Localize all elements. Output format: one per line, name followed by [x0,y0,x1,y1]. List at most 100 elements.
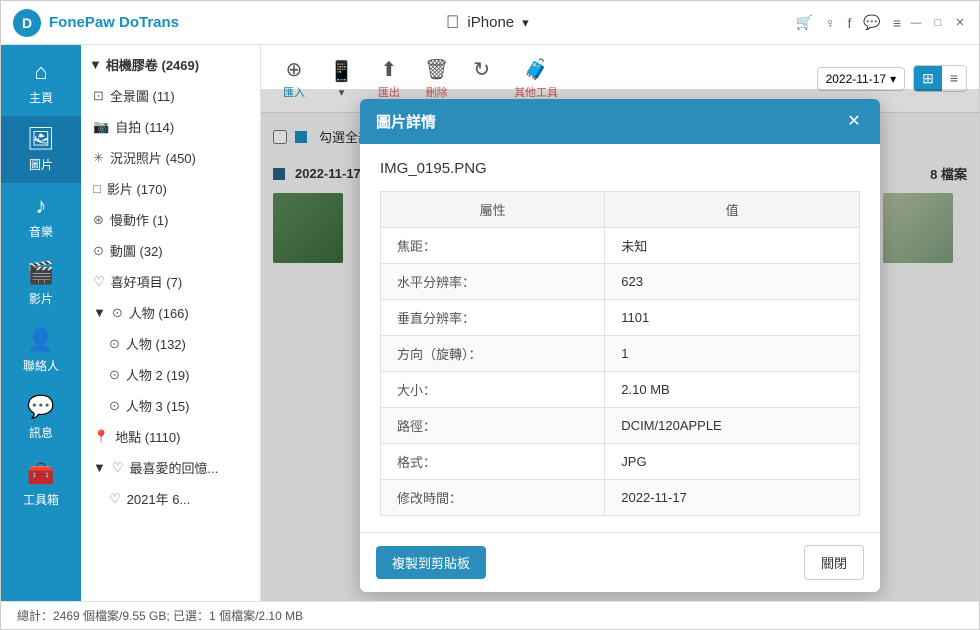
contacts-icon: 👤 [27,327,54,353]
panorama-icon: ⊡ [93,88,104,104]
device-dropdown-icon[interactable]: ▾ [522,15,529,31]
gif-icon: ⊙ [93,243,104,259]
table-row: 大小：2.10 MB [381,371,860,407]
device-selector[interactable]:  iPhone ▾ [179,12,796,33]
videos-icon: 🎬 [27,260,54,286]
col-attr: 屬性 [381,191,605,227]
sidebar: ⌂ 主頁 🖼 圖片 ♪ 音樂 🎬 影片 👤 聯絡人 💬 訊息 [1,45,81,601]
memories-icon: ♡ [112,460,124,476]
category-places-label: 地點 (1110) [115,427,180,446]
sidebar-item-contacts[interactable]: 👤 聯絡人 [1,317,81,384]
category-live-label: 況況照片 (450) [110,148,196,167]
value-cell: 2022-11-17 [605,479,860,515]
sidebar-label-videos: 影片 [29,290,53,307]
category-slowmo-label: 慢動作 (1) [110,210,169,229]
modal-close-button[interactable]: ✕ [844,111,864,131]
slowmo-icon: ⊛ [93,212,104,228]
category-gif[interactable]: ⊙ 動圖 (32) [81,235,260,266]
category-people-label: 人物 (166) [129,303,189,322]
table-row: 修改時間：2022-11-17 [381,479,860,515]
delete-icon: 🗑 [424,57,449,82]
modal-overlay: 圖片詳情 ✕ IMG_0195.PNG 屬性 值 [261,89,979,601]
category-selfie[interactable]: 📷 自拍 (114) [81,111,260,142]
category-people[interactable]: ▼ ⊙ 人物 (166) [81,297,260,328]
toolbox-icon: 🧰 [27,461,54,487]
category-gif-label: 動圖 (32) [110,241,163,260]
live-icon: ✳ [93,150,104,166]
category-header[interactable]: ▼ 相機膠卷 (2469) [81,49,260,80]
messages-icon: 💬 [27,394,54,420]
category-selfie-label: 自拍 (114) [115,117,174,136]
view-toggle: ⊞ ≡ [913,65,967,92]
sidebar-item-videos[interactable]: 🎬 影片 [1,250,81,317]
sidebar-item-photos[interactable]: 🖼 圖片 [1,116,81,183]
grid-view-button[interactable]: ⊞ [914,66,942,91]
sidebar-label-contacts: 聯絡人 [23,357,59,374]
category-people2[interactable]: ⊙ 人物 2 (19) [81,359,260,390]
value-cell: DCIM/120APPLE [605,407,860,443]
category-header-label: 相機膠卷 (2469) [106,55,199,74]
category-favorites-label: 喜好項目 (7) [111,272,183,291]
sidebar-label-toolbox: 工具箱 [23,491,59,508]
app-title: FonePaw DoTrans [49,14,179,31]
sidebar-item-toolbox[interactable]: 🧰 工具箱 [1,451,81,518]
category-slowmo[interactable]: ⊛ 慢動作 (1) [81,204,260,235]
minimize-button[interactable]: — [909,16,923,30]
export-icon: ⬆ [381,57,398,82]
message-icon[interactable]: 💬 [863,14,880,31]
category-video[interactable]: □ 影片 (170) [81,173,260,204]
sidebar-item-home[interactable]: ⌂ 主頁 [1,49,81,116]
people3-icon: ⊙ [109,398,120,414]
sidebar-label-photos: 圖片 [29,156,53,173]
category-panel: ▼ 相機膠卷 (2469) ⊡ 全景圖 (11) 📷 自拍 (114) ✳ 況況… [81,45,261,601]
date-dropdown-icon: ▾ [890,72,896,86]
attr-cell: 方向（旋轉）： [381,335,605,371]
category-favorites[interactable]: ♡ 喜好項目 (7) [81,266,260,297]
category-people3[interactable]: ⊙ 人物 3 (15) [81,390,260,421]
apple-icon:  [446,12,460,33]
cart-icon[interactable]: 🛒 [796,14,813,31]
modal-table: 屬性 值 焦距：未知水平分辨率：623垂直分辨率：1101方向（旋轉）：1大小：… [380,191,860,516]
modal-filename: IMG_0195.PNG [380,160,860,177]
sidebar-label-music: 音樂 [29,223,53,240]
attr-cell: 水平分辨率： [381,263,605,299]
date-picker[interactable]: 2022-11-17 ▾ [817,67,906,91]
sidebar-label-messages: 訊息 [29,424,53,441]
modal-title: 圖片詳情 [376,111,436,132]
copy-to-clipboard-button[interactable]: 複製到剪貼板 [376,546,486,579]
image-detail-modal: 圖片詳情 ✕ IMG_0195.PNG 屬性 值 [360,99,880,592]
modal-close-footer-button[interactable]: 關閉 [804,545,864,580]
category-places[interactable]: 📍 地點 (1110) [81,421,260,452]
maximize-button[interactable]: □ [931,16,945,30]
facebook-icon[interactable]: f [848,15,852,31]
modal-footer: 複製到剪貼板 關閉 [360,532,880,592]
sidebar-item-messages[interactable]: 💬 訊息 [1,384,81,451]
category-people3-label: 人物 3 (15) [126,396,190,415]
modal-body: IMG_0195.PNG 屬性 值 焦距：未知水平分辨率：623垂直分辨率：11… [360,144,880,532]
menu-icon[interactable]: ≡ [893,15,901,31]
toolbar-right: 2022-11-17 ▾ ⊞ ≡ [817,65,967,92]
category-people1[interactable]: ⊙ 人物 (132) [81,328,260,359]
title-actions: 🛒 ♀ f 💬 ≡ [796,14,901,31]
user-icon[interactable]: ♀ [825,15,836,31]
category-panorama[interactable]: ⊡ 全景圖 (11) [81,80,260,111]
category-live[interactable]: ✳ 況況照片 (450) [81,142,260,173]
value-cell: 1101 [605,299,860,335]
table-row: 垂直分辨率：1101 [381,299,860,335]
value-cell: 623 [605,263,860,299]
list-view-button[interactable]: ≡ [942,66,966,91]
app-window: D FonePaw DoTrans  iPhone ▾ 🛒 ♀ f 💬 ≡ —… [0,0,980,630]
category-panorama-label: 全景圖 (11) [110,86,175,105]
date-value: 2022-11-17 [826,72,887,86]
selfie-icon: 📷 [93,119,109,135]
category-2021[interactable]: ♡ 2021年 6... [81,483,260,514]
people1-icon: ⊙ [109,336,120,352]
category-memories[interactable]: ▼ ♡ 最喜愛的回憶... [81,452,260,483]
close-button[interactable]: ✕ [953,16,967,30]
sidebar-label-home: 主頁 [29,89,53,106]
sidebar-item-music[interactable]: ♪ 音樂 [1,183,81,250]
video-icon: □ [93,181,101,196]
table-row: 路徑：DCIM/120APPLE [381,407,860,443]
collapse-arrow: ▼ [89,57,102,72]
memories-expand-arrow: ▼ [93,460,106,475]
